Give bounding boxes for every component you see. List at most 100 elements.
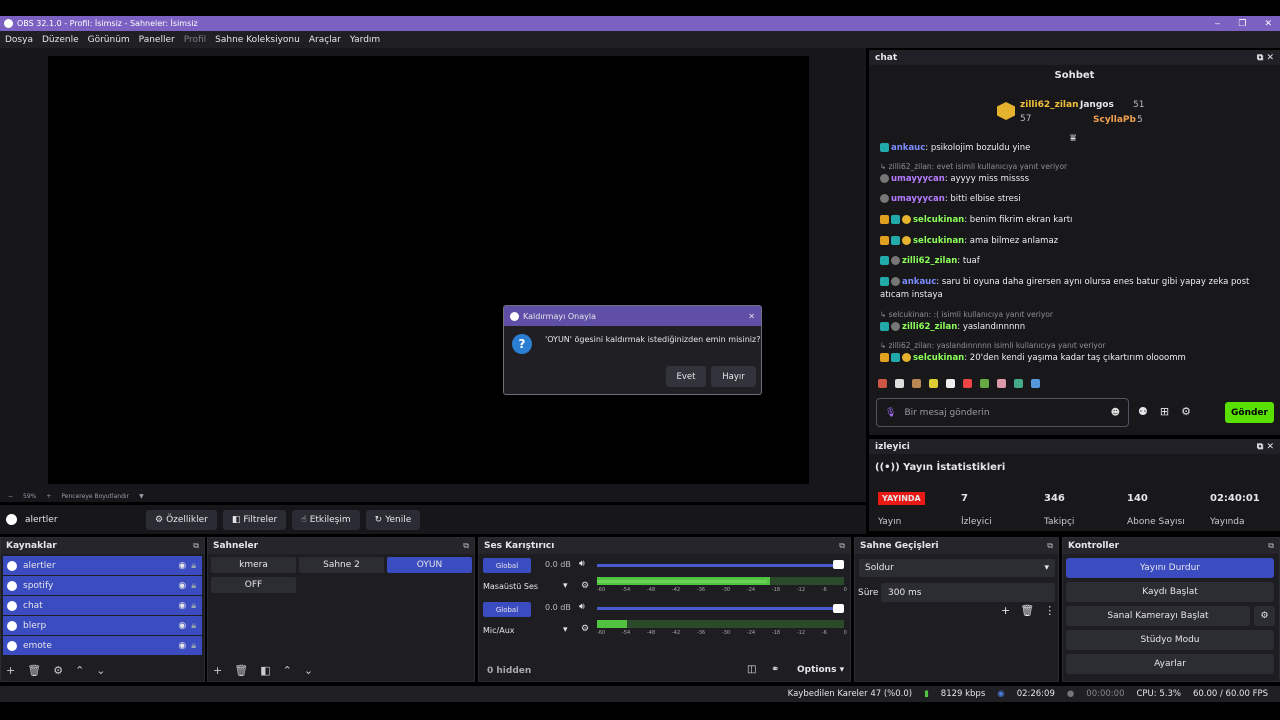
undock-icon[interactable]: ⧉ xyxy=(1268,541,1274,551)
emoji-icon[interactable]: ☻ xyxy=(1111,408,1120,418)
gear-icon[interactable]: ⚙ xyxy=(581,581,589,591)
trash-icon[interactable]: 🗑︎ xyxy=(234,664,248,677)
chat-user[interactable]: selcukinan xyxy=(913,353,964,363)
emote-icon[interactable] xyxy=(878,379,887,388)
bits-icon[interactable]: ⚉ xyxy=(1138,405,1148,418)
transition-select[interactable]: Soldur ▾ xyxy=(859,559,1055,577)
source-item[interactable]: blerp ◉ 🔒︎ xyxy=(3,616,202,635)
chat-user[interactable]: selcukinan xyxy=(913,215,964,225)
trash-icon[interactable]: 🗑︎ xyxy=(27,664,41,677)
emote-icon[interactable] xyxy=(929,379,938,388)
stop-streaming-button[interactable]: Yayını Durdur xyxy=(1066,558,1274,578)
filter-icon[interactable]: ◧ xyxy=(260,664,270,677)
close-icon[interactable]: ⧉ ✕ xyxy=(1257,442,1274,452)
emote-icon[interactable] xyxy=(895,379,904,388)
gear-icon[interactable]: ⚙ xyxy=(53,664,63,677)
chevron-down-icon[interactable]: ▾ xyxy=(563,581,568,591)
close-icon[interactable]: ✕ xyxy=(748,312,755,321)
emote-icon[interactable] xyxy=(946,379,955,388)
zoom-in-button[interactable]: + xyxy=(46,493,51,500)
undock-icon[interactable]: ⧉ xyxy=(463,541,469,551)
virtual-camera-settings[interactable]: ⚙ xyxy=(1254,606,1275,626)
source-item[interactable]: spotify ◉ 🔒︎ xyxy=(3,576,202,595)
trash-icon[interactable]: 🗑︎ xyxy=(1020,604,1034,617)
menu-view[interactable]: Görünüm xyxy=(88,35,130,45)
menu-tools[interactable]: Araçlar xyxy=(309,35,341,45)
lock-icon[interactable]: 🔒︎ xyxy=(191,641,196,651)
menu-scene-collection[interactable]: Sahne Koleksiyonu xyxy=(215,35,300,45)
restore-button[interactable]: ❐ xyxy=(1238,19,1246,29)
move-up-icon[interactable]: ⌃ xyxy=(283,664,292,677)
gift-icon[interactable]: ⊞ xyxy=(1160,405,1169,418)
start-virtual-camera-button[interactable]: Sanal Kamerayı Başlat xyxy=(1066,606,1250,626)
menu-profile[interactable]: Profil xyxy=(184,35,206,45)
more-icon[interactable]: ⋮ xyxy=(1044,604,1055,617)
menu-file[interactable]: Dosya xyxy=(5,35,33,45)
undock-icon[interactable]: ⧉ xyxy=(839,541,845,551)
interact-button[interactable]: ☝ Etkileşim xyxy=(292,509,360,530)
studio-mode-button[interactable]: Stüdyo Modu xyxy=(1066,630,1274,650)
filters-button[interactable]: ◧ Filtreler xyxy=(222,509,287,530)
eye-icon[interactable]: ◉ xyxy=(178,581,186,591)
options-button[interactable]: Options ▾ xyxy=(797,665,844,675)
hidden-count[interactable]: 0 hidden xyxy=(487,666,531,676)
lock-icon[interactable]: 🔒︎ xyxy=(191,561,196,571)
eye-icon[interactable]: ◉ xyxy=(178,621,186,631)
source-item[interactable]: chat ◉ 🔒︎ xyxy=(3,596,202,615)
speaker-icon[interactable]: 🔊︎ xyxy=(579,602,585,612)
emote-icon[interactable] xyxy=(997,379,1006,388)
close-button[interactable]: ✕ xyxy=(1264,19,1272,29)
emote-icon[interactable] xyxy=(980,379,989,388)
zoom-out-button[interactable]: − xyxy=(8,493,13,500)
scene-item[interactable]: OFF xyxy=(211,577,296,593)
eye-icon[interactable]: ◉ xyxy=(178,641,186,651)
lock-icon[interactable]: 🔒︎ xyxy=(191,581,196,591)
eye-icon[interactable]: ◉ xyxy=(178,601,186,611)
undock-icon[interactable]: ⧉ xyxy=(1047,541,1053,551)
scene-item[interactable]: Sahne 2 xyxy=(299,557,384,573)
scene-item-active[interactable]: OYUN xyxy=(387,557,472,573)
start-recording-button[interactable]: Kaydı Başlat xyxy=(1066,582,1274,602)
link-icon[interactable]: ⚭ xyxy=(771,664,779,675)
chat-user[interactable]: umayyycan xyxy=(891,194,945,204)
volume-slider[interactable] xyxy=(597,564,842,567)
chat-user[interactable]: umayyycan xyxy=(891,174,945,184)
preview-canvas[interactable] xyxy=(48,56,809,484)
menu-help[interactable]: Yardım xyxy=(350,35,380,45)
gear-icon[interactable]: ⚙ xyxy=(1181,405,1191,418)
source-item[interactable]: alertler ◉ 🔒︎ xyxy=(3,556,202,575)
emote-icon[interactable] xyxy=(1014,379,1023,388)
close-icon[interactable]: ⧉ ✕ xyxy=(1257,53,1274,63)
volume-slider-handle[interactable] xyxy=(833,560,844,569)
emote-icon[interactable] xyxy=(912,379,921,388)
send-button[interactable]: Gönder xyxy=(1225,402,1274,423)
mic-icon[interactable]: 🎙︎ xyxy=(885,408,896,418)
gear-icon[interactable]: ⚙ xyxy=(581,624,589,634)
lock-icon[interactable]: 🔒︎ xyxy=(191,621,196,631)
move-up-icon[interactable]: ⌃ xyxy=(75,664,84,677)
chat-user[interactable]: ankauc xyxy=(902,277,936,287)
chevron-down-icon[interactable]: ▾ xyxy=(563,625,568,635)
add-icon[interactable]: + xyxy=(213,664,222,677)
chat-user[interactable]: zilli62_zilan xyxy=(902,256,957,266)
menu-docks[interactable]: Paneller xyxy=(139,35,175,45)
fit-to-window[interactable]: Pencereye Boyutlandır xyxy=(61,493,129,500)
chat-input[interactable]: 🎙︎ Bir mesaj gönderin ☻ xyxy=(876,398,1129,427)
duration-input[interactable]: 300 ms xyxy=(881,583,1055,602)
yes-button[interactable]: Evet xyxy=(666,366,706,387)
settings-button[interactable]: Ayarlar xyxy=(1066,654,1274,674)
no-button[interactable]: Hayır xyxy=(711,366,756,387)
lock-icon[interactable]: 🔒︎ xyxy=(191,601,196,611)
scene-item[interactable]: kmera xyxy=(211,557,296,573)
chevron-down-icon[interactable]: ▼ xyxy=(139,493,144,500)
add-icon[interactable]: + xyxy=(6,664,15,677)
move-down-icon[interactable]: ⌄ xyxy=(96,664,105,677)
minimize-button[interactable]: ‒ xyxy=(1215,19,1221,29)
undock-icon[interactable]: ⧉ xyxy=(193,541,199,551)
speaker-icon[interactable]: 🔊︎ xyxy=(579,559,585,569)
move-down-icon[interactable]: ⌄ xyxy=(304,664,313,677)
eye-icon[interactable]: ◉ xyxy=(178,561,186,571)
menu-edit[interactable]: Düzenle xyxy=(42,35,79,45)
source-item[interactable]: emote ◉ 🔒︎ xyxy=(3,636,202,655)
chat-user[interactable]: ankauc xyxy=(891,143,925,153)
